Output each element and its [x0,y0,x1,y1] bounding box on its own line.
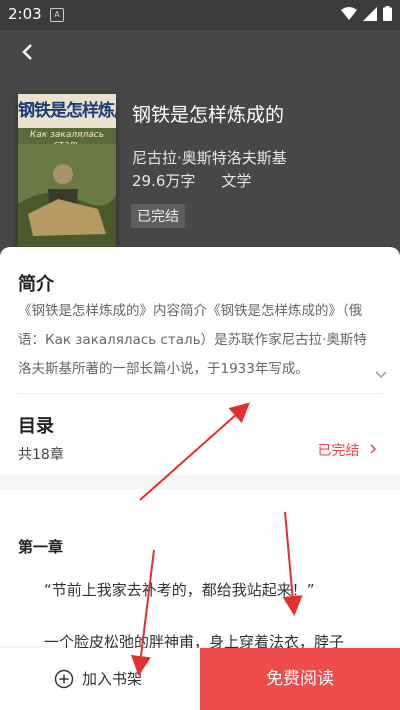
add-circle-icon [54,669,74,688]
add-to-shelf-button[interactable]: 加入书架 [54,668,142,689]
book-title: 钢铁是怎样炼成的 [132,104,285,126]
status-bar: 2:03 A [0,0,400,30]
cover-title: 钢铁是怎样炼成的 [18,101,116,121]
chevron-down-icon [375,371,387,379]
divider [18,393,382,394]
free-read-button[interactable]: 免费阅读 [200,648,400,710]
status-icons [341,6,392,21]
expand-intro-button[interactable] [374,365,388,379]
book-author: 尼古拉·奥斯特洛夫斯基 [132,149,287,167]
back-arrow-icon [22,44,32,60]
book-cover: 钢铁是怎样炼成的 Как закалялась сталь [18,94,116,252]
wifi-icon [341,6,357,20]
chevron-right-icon [370,444,377,454]
battery-icon [383,6,392,21]
detail-card: 简介 《钢铁是怎样炼成的》内容简介《钢铁是怎样炼成的》（俄语：Как закал… [0,247,400,487]
signal-icon [363,6,377,21]
chapter-preview[interactable]: 第一章 “节前上我家去补考的，都给我站起来！” 一个脸皮松弛的胖神甫，身上穿着法… [0,489,400,651]
chapter-count: 共18章 [18,447,64,463]
notification-icon: A [50,8,64,22]
book-header: 钢铁是怎样炼成的 Как закалялась сталь 钢铁是怎样炼成的 尼… [0,30,400,255]
chapter-title: 第一章 [18,538,64,556]
intro-text[interactable]: 《钢铁是怎样炼成的》内容简介《钢铁是怎样炼成的》（俄语：Как закаляла… [18,297,368,384]
back-button[interactable] [14,38,42,66]
status-time: 2:03 [8,5,42,23]
toc-link[interactable]: 已完结 [318,440,378,460]
intro-heading: 简介 [18,274,54,295]
word-count: 29.6万字 [132,172,196,190]
add-to-shelf-label: 加入书架 [82,670,143,688]
toc-status-label: 已完结 [317,443,360,459]
book-meta: 29.6万字 文学 [132,170,251,191]
preview-paragraph: “节前上我家去补考的，都给我站起来！” [44,581,315,599]
bottom-bar: 加入书架 免费阅读 [0,648,400,710]
toc-heading: 目录 [18,416,54,437]
section-gap [0,475,400,489]
cover-illustration [18,144,116,252]
status-badge: 已完结 [131,204,185,228]
book-genre: 文学 [221,172,252,190]
